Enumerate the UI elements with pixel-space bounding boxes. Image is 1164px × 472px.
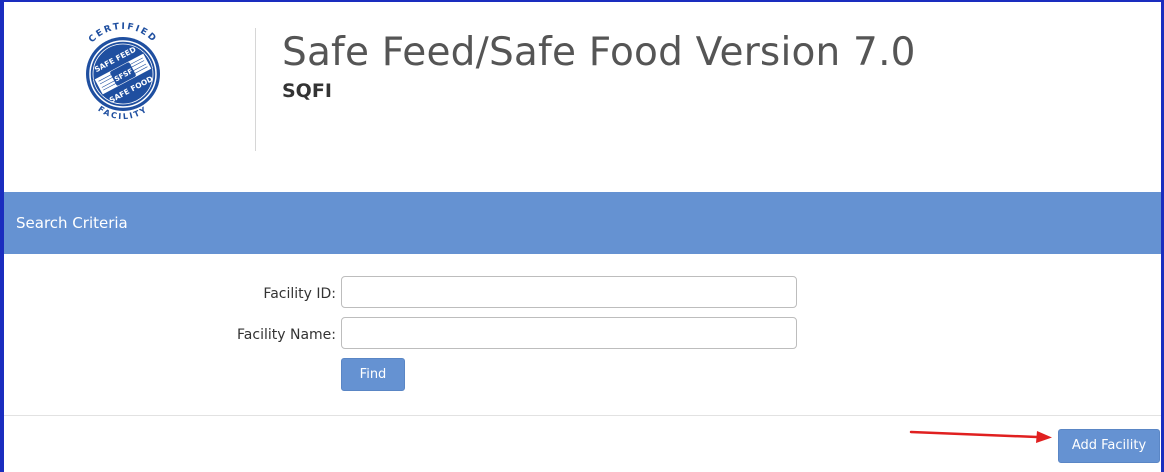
add-facility-button[interactable]: Add Facility [1058, 429, 1160, 463]
facility-name-label: Facility Name: [237, 327, 336, 343]
facility-name-input[interactable] [341, 317, 797, 349]
search-form: Facility ID: Facility Name: Find [4, 254, 1161, 414]
page-header: CERTIFIED FACILITY SFSF SAFE FEED SAFE F… [4, 2, 1161, 192]
actions-divider [4, 415, 1161, 416]
find-button[interactable]: Find [341, 358, 405, 391]
page-title: Safe Feed/Safe Food Version 7.0 [282, 30, 916, 75]
red-arrow-icon [909, 430, 1052, 443]
app-window: CERTIFIED FACILITY SFSF SAFE FEED SAFE F… [0, 0, 1164, 472]
search-criteria-title: Search Criteria [16, 214, 128, 232]
sfsf-logo: CERTIFIED FACILITY SFSF SAFE FEED SAFE F… [86, 22, 160, 121]
header-divider [255, 28, 256, 151]
page-subtitle: SQFI [282, 80, 332, 102]
facility-id-label: Facility ID: [263, 286, 336, 302]
facility-id-input[interactable] [341, 276, 797, 308]
search-criteria-header: Search Criteria [4, 192, 1161, 254]
